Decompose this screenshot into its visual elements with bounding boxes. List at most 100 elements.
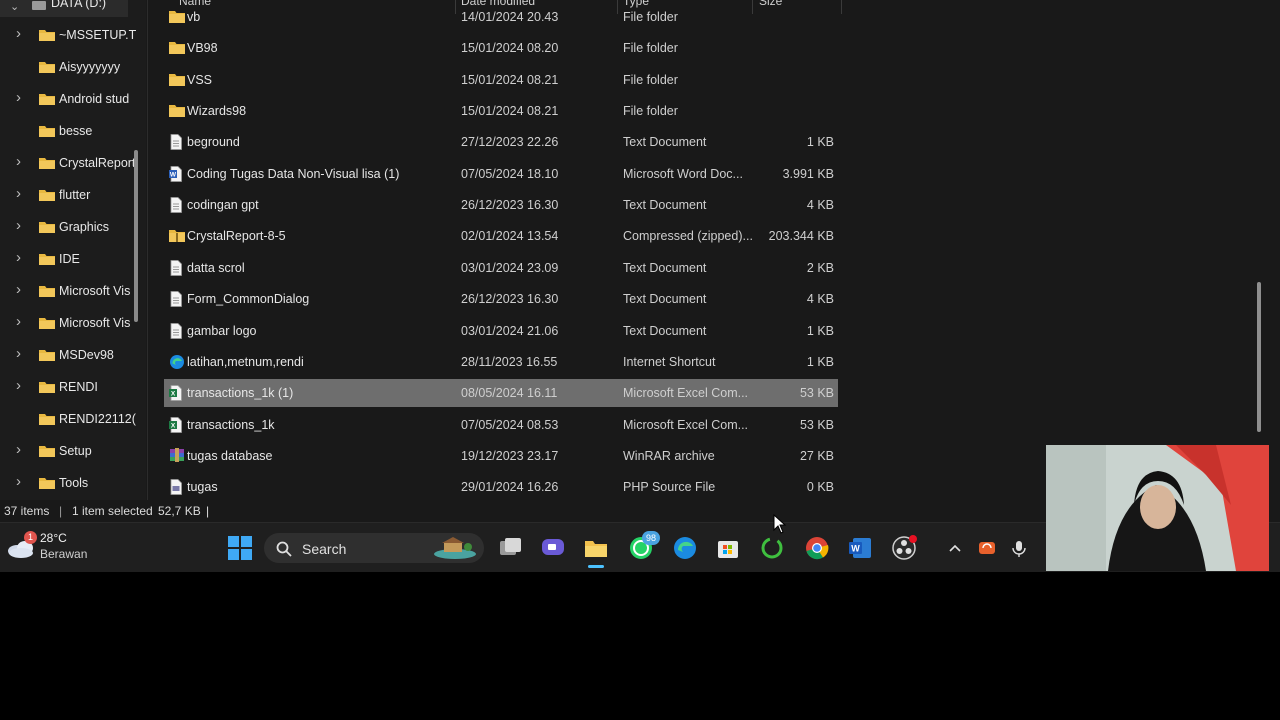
chat-icon — [542, 539, 564, 555]
sidebar-item[interactable]: › flutter — [0, 181, 140, 209]
file-date-modified: 15/01/2024 08.20 — [461, 41, 559, 56]
text-file-icon — [169, 291, 183, 308]
store-button[interactable] — [715, 535, 741, 561]
notification-badge: 98 — [642, 531, 660, 545]
file-row[interactable]: vb 14/01/2024 20.43 File folder — [164, 3, 838, 31]
text-file-icon — [169, 197, 183, 213]
file-type: Compressed (zipped)... — [623, 229, 753, 244]
edge-button[interactable] — [672, 535, 698, 561]
sidebar-item[interactable]: › ~MSSETUP.T — [0, 21, 140, 49]
file-date-modified: 14/01/2024 20.43 — [461, 10, 559, 24]
word-button[interactable]: W — [847, 535, 873, 561]
taskbar-search[interactable]: Search — [264, 533, 484, 563]
chevron-right-icon[interactable]: › — [16, 89, 28, 106]
file-type: Text Document — [623, 135, 707, 150]
file-row[interactable]: gambar logo 03/01/2024 21.06 Text Document… — [164, 317, 838, 345]
text-file-icon — [169, 322, 183, 339]
task-view-button[interactable] — [497, 535, 523, 561]
chevron-right-icon[interactable]: › — [16, 25, 28, 42]
file-type: PHP Source File — [623, 480, 716, 495]
sidebar-item-drive[interactable]: ⌄ DATA (D:) — [0, 0, 128, 17]
folder-icon — [39, 477, 55, 489]
app-button[interactable] — [759, 535, 785, 561]
file-row[interactable]: tugas 29/01/2024 16.26 PHP Source File 0 KB — [164, 473, 838, 501]
chevron-right-icon[interactable]: › — [16, 281, 28, 298]
file-list-scrollbar[interactable] — [1257, 282, 1261, 432]
sidebar-item[interactable]: › Microsoft Vis — [0, 277, 140, 305]
file-date-modified: 26/12/2023 16.30 — [461, 198, 559, 213]
file-row[interactable]: codingan gpt 26/12/2023 16.30 Text Documen… — [164, 191, 838, 219]
file-size: 4 KB — [806, 292, 834, 307]
file-name: VB98 — [187, 41, 218, 56]
chevron-down-icon[interactable]: ⌄ — [10, 0, 19, 13]
file-row[interactable]: tugas database 19/12/2023 23.17 WinRAR arc… — [164, 442, 838, 470]
file-row[interactable]: datta scrol 03/01/2024 23.09 Text Document… — [164, 254, 838, 282]
file-row[interactable]: VSS 15/01/2024 08.21 File folder — [164, 66, 838, 94]
edge-shortcut-icon — [169, 354, 184, 369]
weather-widget[interactable]: 1 28°C Berawan — [6, 529, 96, 567]
obs-icon — [892, 535, 917, 560]
file-row[interactable]: VB98 15/01/2024 08.20 File folder — [164, 34, 838, 62]
sidebar-item[interactable]: Aisyyyyyyy — [0, 53, 140, 81]
file-row[interactable]: beground 27/12/2023 22.26 Text Document 1 K… — [164, 128, 838, 156]
chevron-right-icon[interactable]: › — [16, 313, 28, 330]
sidebar-item[interactable]: › MSDev98 — [0, 341, 140, 369]
file-row[interactable]: Xtransactions_1k 07/05/2024 08.53 Microsof… — [164, 411, 838, 439]
file-row[interactable]: CrystalReport-8-5 02/01/2024 13.54 Compres… — [164, 222, 838, 250]
file-name: Form_CommonDialog — [187, 292, 310, 307]
sidebar-item[interactable]: › Graphics — [0, 213, 140, 241]
sidebar-item[interactable]: › IDE — [0, 245, 140, 273]
sidebar-item[interactable]: › Microsoft Vis — [0, 309, 140, 337]
chevron-right-icon[interactable]: › — [16, 473, 28, 490]
file-type: Text Document — [623, 323, 707, 338]
sync-tray-button[interactable] — [976, 535, 998, 561]
sidebar-item[interactable]: besse — [0, 117, 140, 145]
file-name: tugas database — [187, 448, 273, 463]
sidebar-item-label: MSDev98 — [59, 348, 114, 362]
whatsapp-button[interactable]: 98 — [628, 531, 660, 561]
file-row[interactable]: Wizards98 15/01/2024 08.21 File folder — [164, 97, 838, 125]
sidebar-item[interactable]: › RENDI — [0, 373, 140, 401]
sidebar-item[interactable]: › Tools — [0, 469, 140, 497]
obs-button[interactable] — [891, 535, 917, 561]
sidebar-scrollbar[interactable] — [134, 150, 138, 322]
chevron-right-icon[interactable]: › — [16, 153, 28, 170]
column-divider[interactable] — [841, 0, 842, 14]
folder-icon — [585, 541, 607, 557]
chevron-right-icon[interactable]: › — [16, 249, 28, 266]
file-type: File folder — [623, 10, 678, 24]
chevron-right-icon[interactable]: › — [16, 377, 28, 394]
item-count: 37 items — [4, 504, 50, 518]
file-size: 1 KB — [806, 135, 834, 150]
start-button[interactable] — [227, 535, 253, 561]
sidebar-item[interactable]: › CrystalReport — [0, 149, 140, 177]
show-hidden-icons-button[interactable] — [945, 535, 965, 561]
chrome-button[interactable] — [804, 535, 830, 561]
folder-icon — [169, 40, 185, 55]
file-date-modified: 03/01/2024 21.06 — [461, 323, 559, 338]
chat-button[interactable] — [540, 535, 566, 561]
chevron-right-icon[interactable]: › — [16, 345, 28, 362]
weather-alert-badge: 1 — [24, 531, 37, 544]
file-row[interactable]: W Coding Tugas Data Non-Visual lisa (1) 07… — [164, 160, 838, 188]
file-row[interactable]: Xtransactions_1k (1) 08/05/2024 16.11 Micr… — [164, 379, 838, 408]
file-row[interactable]: latihan,metnum,rendi 28/11/2023 16.55 Inte… — [164, 348, 838, 376]
chevron-right-icon[interactable]: › — [16, 185, 28, 202]
microphone-tray-button[interactable] — [1009, 535, 1029, 561]
file-row[interactable]: Form_CommonDialog 26/12/2023 16.30 Text Do… — [164, 285, 838, 313]
mouse-cursor-icon — [773, 514, 787, 534]
chrome-icon — [806, 537, 829, 560]
file-type: Text Document — [623, 198, 707, 213]
sidebar-item[interactable]: › Setup — [0, 437, 140, 465]
file-name: Coding Tugas Data Non-Visual lisa (1) — [187, 166, 400, 181]
pane-divider[interactable] — [147, 0, 148, 500]
file-explorer-taskbar-button[interactable] — [583, 535, 609, 568]
file-size: 2 KB — [806, 260, 834, 275]
chevron-right-icon[interactable]: › — [16, 217, 28, 234]
sidebar-item[interactable]: RENDI22112( — [0, 405, 140, 433]
chevron-right-icon[interactable]: › — [16, 441, 28, 458]
sidebar-item-label: DATA (D:) — [51, 0, 107, 10]
sidebar-item[interactable]: › Android stud — [0, 85, 140, 113]
selection-count: 1 item selected — [72, 504, 153, 518]
svg-text:X: X — [171, 422, 176, 429]
